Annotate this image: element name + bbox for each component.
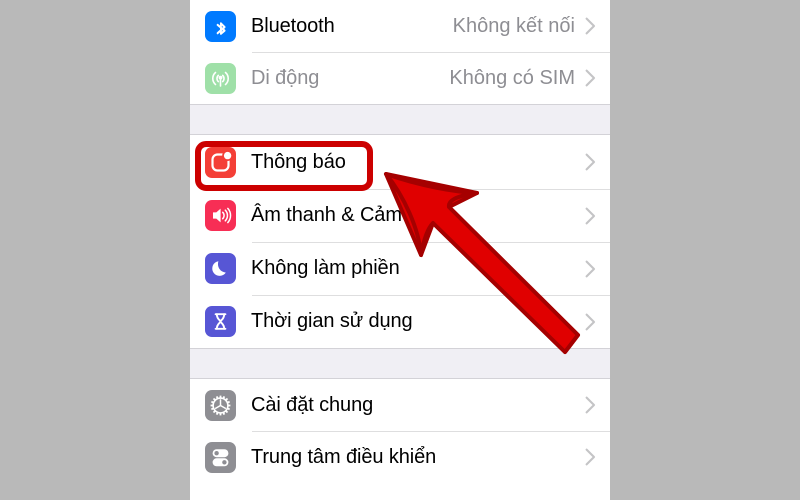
- settings-row-label: Cài đặt chung: [251, 393, 374, 416]
- chevron-right-icon: [585, 69, 596, 87]
- settings-row-sounds-haptics[interactable]: Âm thanh & Cảm: [190, 189, 610, 242]
- settings-row-cellular[interactable]: Di động Không có SIM: [190, 52, 610, 104]
- settings-row-value: Không kết nối: [452, 14, 575, 37]
- settings-row-label: Không làm phiền: [251, 257, 400, 279]
- settings-row-label: Thông báo: [251, 150, 346, 173]
- system-group: Cài đặt chung Trung tâm điều khiển: [190, 379, 610, 483]
- chevron-right-icon: [585, 17, 596, 35]
- settings-row-notifications[interactable]: Thông báo: [190, 135, 610, 189]
- chevron-right-icon: [585, 396, 596, 414]
- settings-row-label: Bluetooth: [251, 14, 335, 37]
- settings-row-general[interactable]: Cài đặt chung: [190, 379, 610, 431]
- settings-row-label: Di động: [251, 66, 320, 89]
- group-separator: [190, 348, 610, 379]
- settings-row-label: Âm thanh & Cảm: [251, 204, 402, 226]
- chevron-right-icon: [585, 207, 596, 225]
- bluetooth-icon: [205, 10, 236, 42]
- gear-icon: [205, 389, 236, 421]
- chevron-right-icon: [585, 448, 596, 466]
- chevron-right-icon: [585, 153, 596, 171]
- settings-row-bluetooth[interactable]: Bluetooth Không kết nối: [190, 0, 610, 52]
- toggles-icon: [205, 441, 236, 473]
- settings-row-label: Thời gian sử dụng: [251, 310, 413, 332]
- speaker-icon: [205, 200, 236, 231]
- chevron-right-icon: [585, 313, 596, 331]
- chevron-right-icon: [585, 260, 596, 278]
- settings-row-screen-time[interactable]: Thời gian sử dụng: [190, 295, 610, 348]
- moon-icon: [205, 253, 236, 284]
- settings-row-do-not-disturb[interactable]: Không làm phiền: [190, 242, 610, 295]
- hourglass-icon: [205, 306, 236, 337]
- settings-row-value: Không có SIM: [449, 66, 575, 89]
- connectivity-group: Bluetooth Không kết nối Di động Không có…: [190, 0, 610, 104]
- group-separator: [190, 104, 610, 135]
- settings-row-label: Trung tâm điều khiển: [251, 445, 437, 468]
- screenshot-canvas: Bluetooth Không kết nối Di động Không có…: [0, 0, 800, 500]
- phone-settings-screen: Bluetooth Không kết nối Di động Không có…: [190, 0, 610, 500]
- notifications-group: Thông báo Âm thanh & Cảm Không làm phiền…: [190, 135, 610, 348]
- settings-row-control-center[interactable]: Trung tâm điều khiển: [190, 431, 610, 483]
- cellular-antenna-icon: [205, 62, 236, 94]
- notification-badge-icon: [205, 146, 236, 178]
